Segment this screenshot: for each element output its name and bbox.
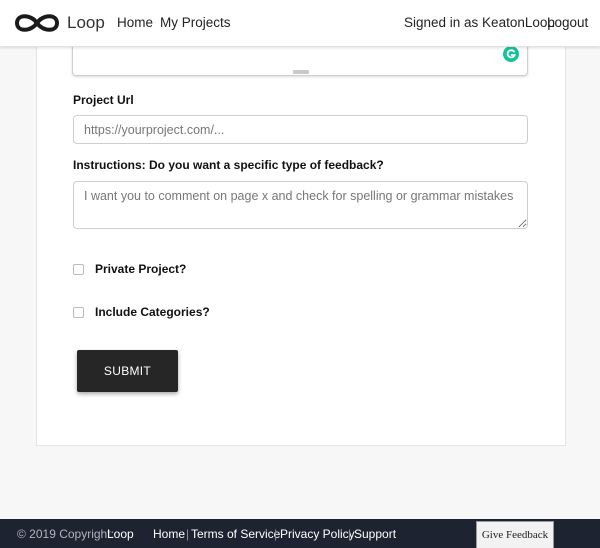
signed-in-user[interactable]: Signed in as KeatonLoop <box>404 15 555 30</box>
give-feedback-button[interactable]: Give Feedback <box>476 521 554 548</box>
resize-handle[interactable] <box>293 70 309 74</box>
grammarly-icon[interactable] <box>503 46 519 62</box>
footer-copyright: © 2019 Copyright: <box>17 527 114 541</box>
project-url-input[interactable] <box>73 115 528 144</box>
project-url-label: Project Url <box>73 93 134 107</box>
navbar: Loop Home My Projects Signed in as Keato… <box>0 0 600 47</box>
logout-link[interactable]: Logout <box>547 15 588 30</box>
footer-terms-link[interactable]: Terms of Service <box>191 527 280 541</box>
nav-my-projects-link[interactable]: My Projects <box>160 15 231 30</box>
instructions-textarea[interactable] <box>73 181 528 229</box>
submit-button[interactable]: SUBMIT <box>77 350 178 392</box>
private-project-checkbox[interactable] <box>73 264 84 275</box>
include-categories-label[interactable]: Include Categories? <box>95 305 210 319</box>
footer-separator: | <box>186 527 190 541</box>
infinity-logo-icon[interactable] <box>12 11 62 35</box>
brand-name[interactable]: Loop <box>67 13 105 33</box>
footer-separator: | <box>348 527 352 541</box>
footer-separator: | <box>274 527 278 541</box>
footer-brand-link[interactable]: Loop <box>107 527 134 541</box>
nav-home-link[interactable]: Home <box>117 15 153 30</box>
footer-privacy-link[interactable]: Privacy Policy <box>280 527 355 541</box>
footer-support-link[interactable]: Support <box>354 527 396 541</box>
instructions-label: Instructions: Do you want a specific typ… <box>73 158 384 172</box>
include-categories-checkbox[interactable] <box>73 307 84 318</box>
private-project-label[interactable]: Private Project? <box>95 262 186 276</box>
footer-home-link[interactable]: Home <box>153 527 185 541</box>
